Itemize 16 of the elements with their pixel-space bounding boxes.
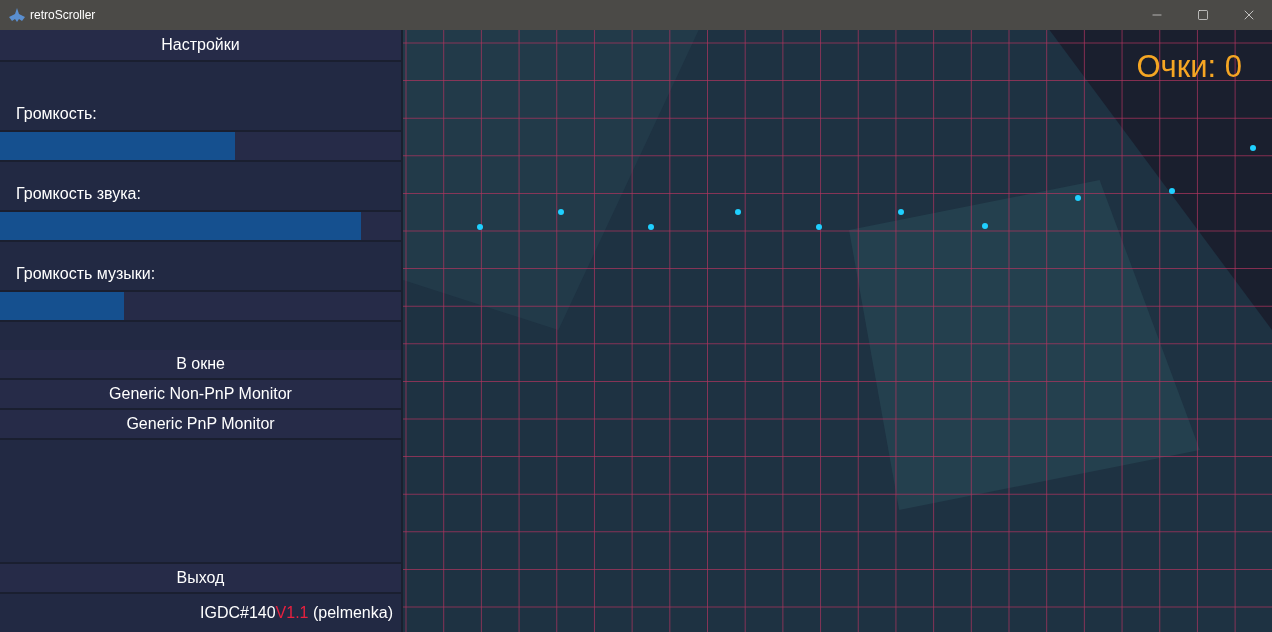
version-text: IGDC#140V1.1 (pelmenka) bbox=[200, 603, 393, 623]
maximize-icon bbox=[1197, 9, 1209, 21]
window-title: retroScroller bbox=[30, 7, 96, 24]
exit-button[interactable]: Выход bbox=[0, 562, 401, 594]
score-text: Очки: 0 bbox=[1136, 48, 1242, 86]
menu-button[interactable]: В окне bbox=[0, 350, 401, 380]
spaceship-icon bbox=[9, 8, 25, 22]
slider-label: Громкость: bbox=[15, 104, 98, 124]
volume-slider[interactable] bbox=[0, 210, 401, 242]
menu-button[interactable]: Generic PnP Monitor bbox=[0, 410, 401, 440]
volume-slider[interactable] bbox=[0, 290, 401, 322]
slider-label: Громкость звука: bbox=[15, 184, 142, 204]
menu-button[interactable]: Generic Non-PnP Monitor bbox=[0, 380, 401, 410]
settings-title: Настройки bbox=[0, 30, 401, 62]
volume-slider[interactable] bbox=[0, 130, 401, 162]
slider-label: Громкость музыки: bbox=[15, 264, 157, 284]
